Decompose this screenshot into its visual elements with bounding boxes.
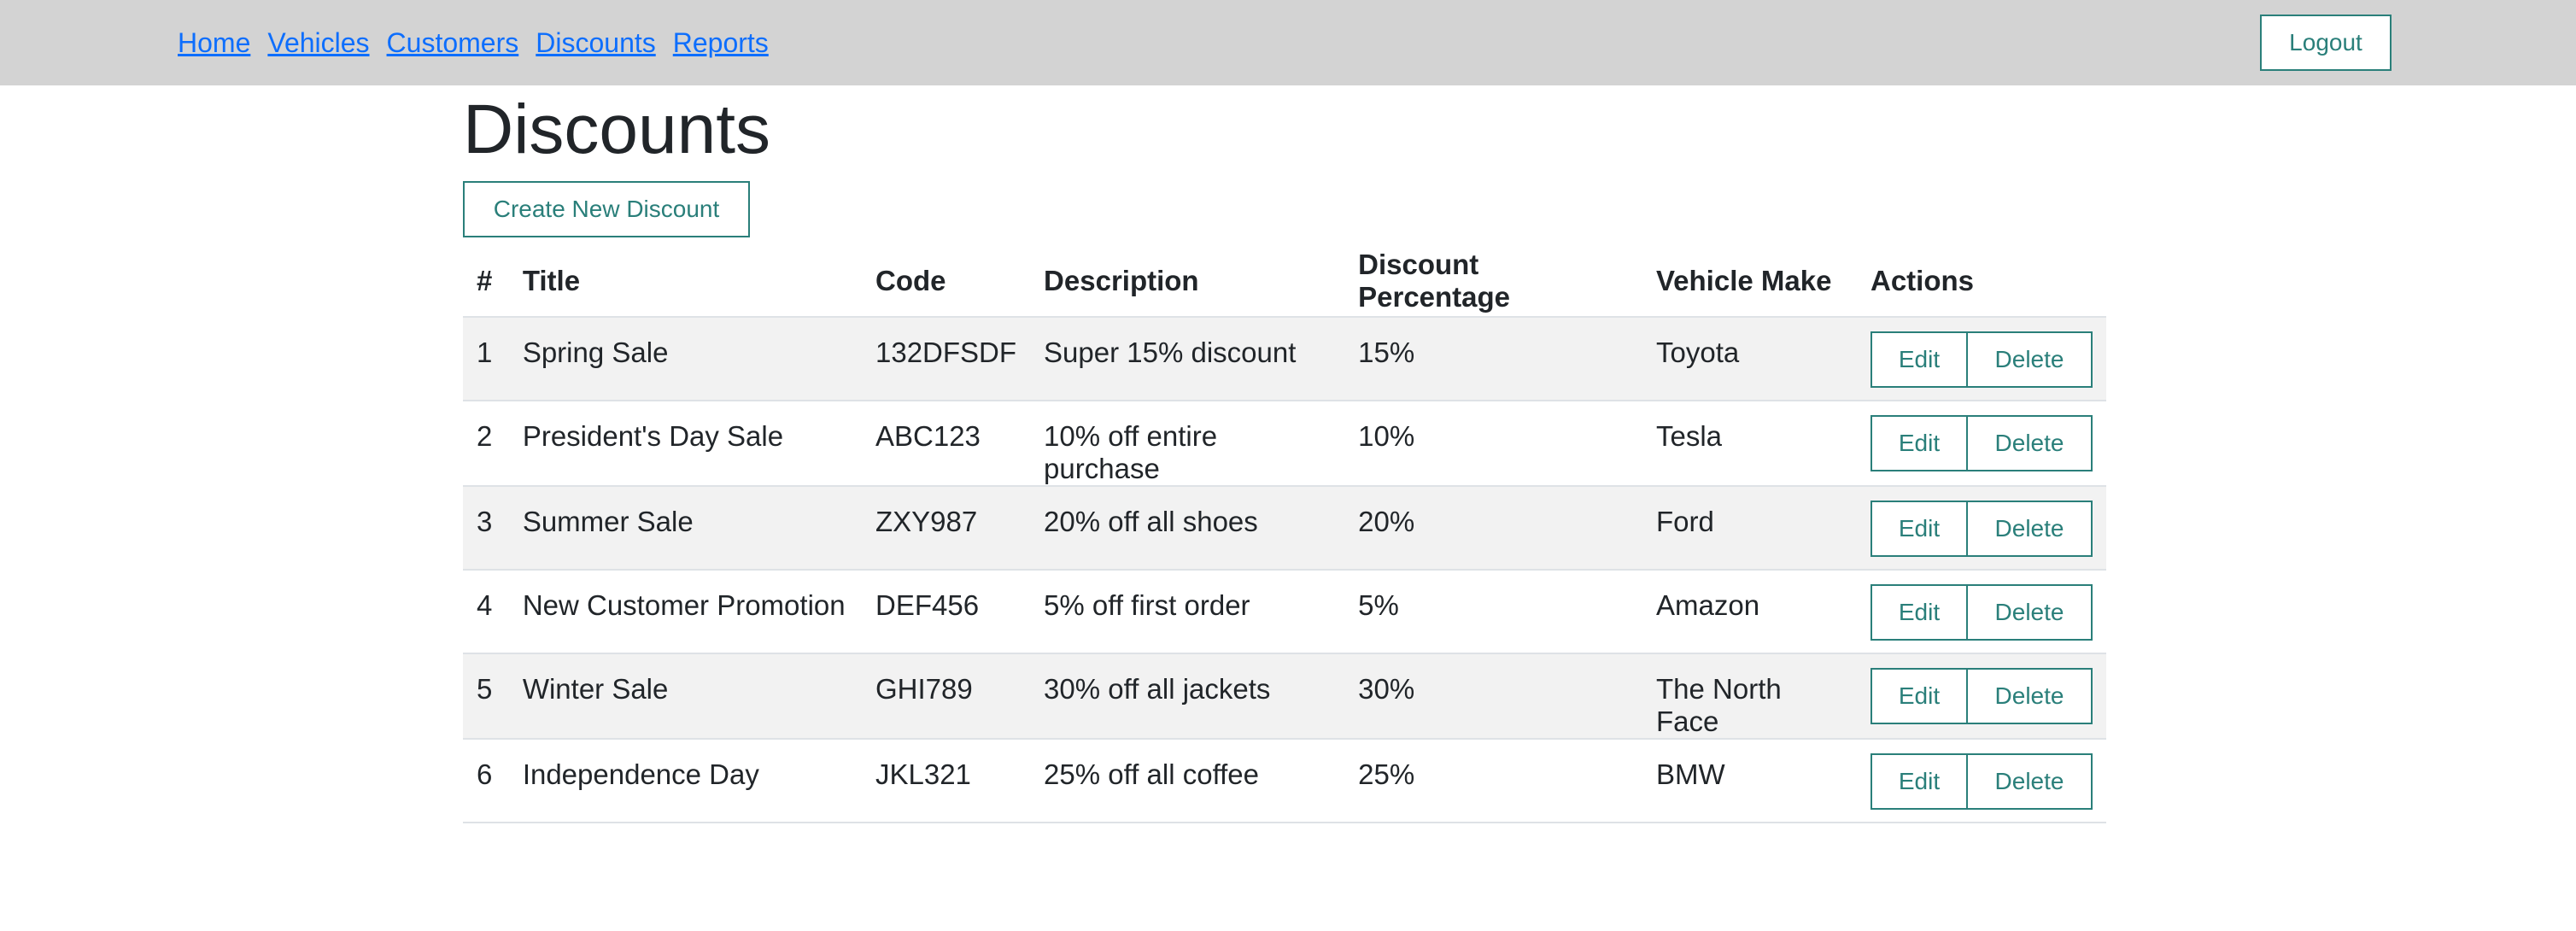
cell-actions: Edit Delete <box>1857 317 2106 401</box>
cell-description: 30% off all jackets <box>1030 653 1345 740</box>
cell-number: 2 <box>463 401 509 487</box>
cell-discount-percentage: 10% <box>1344 401 1642 487</box>
cell-code: GHI789 <box>861 653 1031 740</box>
cell-code: ABC123 <box>861 401 1031 487</box>
cell-description: 10% off entire purchase <box>1030 401 1345 487</box>
nav-link-customers[interactable]: Customers <box>387 27 519 59</box>
cell-title: Independence Day <box>508 739 862 823</box>
nav-link-reports[interactable]: Reports <box>673 27 769 59</box>
cell-number: 4 <box>463 570 509 654</box>
cell-number: 3 <box>463 486 509 571</box>
cell-discount-percentage: 25% <box>1344 739 1642 823</box>
cell-code: ZXY987 <box>861 486 1031 571</box>
cell-actions: Edit Delete <box>1857 486 2106 571</box>
header-title: Title <box>508 246 862 318</box>
cell-vehicle-make: The North Face <box>1642 653 1857 740</box>
table-row: 1 Spring Sale 132DFSDF Super 15% discoun… <box>463 317 2106 401</box>
header-description: Description <box>1030 246 1345 318</box>
table-header-row: # Title Code Description Discount Percen… <box>463 246 2106 318</box>
cell-title: Spring Sale <box>508 317 862 401</box>
header-discount-percentage: Discount Percentage <box>1344 246 1642 318</box>
cell-description: Super 15% discount <box>1030 317 1345 401</box>
cell-discount-percentage: 30% <box>1344 653 1642 740</box>
header-vehicle-make: Vehicle Make <box>1642 246 1857 318</box>
cell-description: 5% off first order <box>1030 570 1345 654</box>
cell-vehicle-make: Amazon <box>1642 570 1857 654</box>
cell-vehicle-make: Toyota <box>1642 317 1857 401</box>
cell-discount-percentage: 5% <box>1344 570 1642 654</box>
cell-title: Summer Sale <box>508 486 862 571</box>
table-row: 2 President's Day Sale ABC123 10% off en… <box>463 401 2106 487</box>
cell-discount-percentage: 20% <box>1344 486 1642 571</box>
edit-button[interactable]: Edit <box>1871 415 1968 471</box>
cell-actions: Edit Delete <box>1857 739 2106 823</box>
delete-button[interactable]: Delete <box>1966 584 2093 641</box>
cell-actions: Edit Delete <box>1857 401 2106 487</box>
cell-discount-percentage: 15% <box>1344 317 1642 401</box>
delete-button[interactable]: Delete <box>1966 331 2093 388</box>
cell-actions: Edit Delete <box>1857 653 2106 740</box>
edit-button[interactable]: Edit <box>1871 668 1968 724</box>
table-row: 4 New Customer Promotion DEF456 5% off f… <box>463 570 2106 654</box>
cell-vehicle-make: Ford <box>1642 486 1857 571</box>
page-title: Discounts <box>463 91 771 168</box>
nav-link-vehicles[interactable]: Vehicles <box>267 27 369 59</box>
edit-button[interactable]: Edit <box>1871 331 1968 388</box>
delete-button[interactable]: Delete <box>1966 415 2093 471</box>
table-row: 3 Summer Sale ZXY987 20% off all shoes 2… <box>463 486 2106 571</box>
create-discount-button[interactable]: Create New Discount <box>463 181 750 237</box>
nav-link-home[interactable]: Home <box>178 27 250 59</box>
cell-code: 132DFSDF <box>861 317 1031 401</box>
cell-number: 1 <box>463 317 509 401</box>
cell-description: 25% off all coffee <box>1030 739 1345 823</box>
cell-vehicle-make: Tesla <box>1642 401 1857 487</box>
main-content: Discounts Create New Discount # Title Co… <box>463 85 2106 823</box>
header-number: # <box>463 246 509 318</box>
cell-code: DEF456 <box>861 570 1031 654</box>
cell-actions: Edit Delete <box>1857 570 2106 654</box>
table-row: 6 Independence Day JKL321 25% off all co… <box>463 739 2106 823</box>
discounts-table: # Title Code Description Discount Percen… <box>463 246 2106 823</box>
cell-description: 20% off all shoes <box>1030 486 1345 571</box>
cell-title: President's Day Sale <box>508 401 862 487</box>
header-code: Code <box>861 246 1031 318</box>
cell-title: New Customer Promotion <box>508 570 862 654</box>
header-actions: Actions <box>1857 246 2106 318</box>
delete-button[interactable]: Delete <box>1966 753 2093 810</box>
nav-link-discounts[interactable]: Discounts <box>536 27 656 59</box>
main-nav: Home Vehicles Customers Discounts Report… <box>178 0 769 85</box>
cell-number: 6 <box>463 739 509 823</box>
logout-button[interactable]: Logout <box>2260 15 2392 71</box>
edit-button[interactable]: Edit <box>1871 501 1968 557</box>
top-navbar: Home Vehicles Customers Discounts Report… <box>0 0 2576 85</box>
cell-number: 5 <box>463 653 509 740</box>
edit-button[interactable]: Edit <box>1871 753 1968 810</box>
table-row: 5 Winter Sale GHI789 30% off all jackets… <box>463 653 2106 740</box>
cell-code: JKL321 <box>861 739 1031 823</box>
cell-title: Winter Sale <box>508 653 862 740</box>
cell-vehicle-make: BMW <box>1642 739 1857 823</box>
delete-button[interactable]: Delete <box>1966 668 2093 724</box>
delete-button[interactable]: Delete <box>1966 501 2093 557</box>
edit-button[interactable]: Edit <box>1871 584 1968 641</box>
